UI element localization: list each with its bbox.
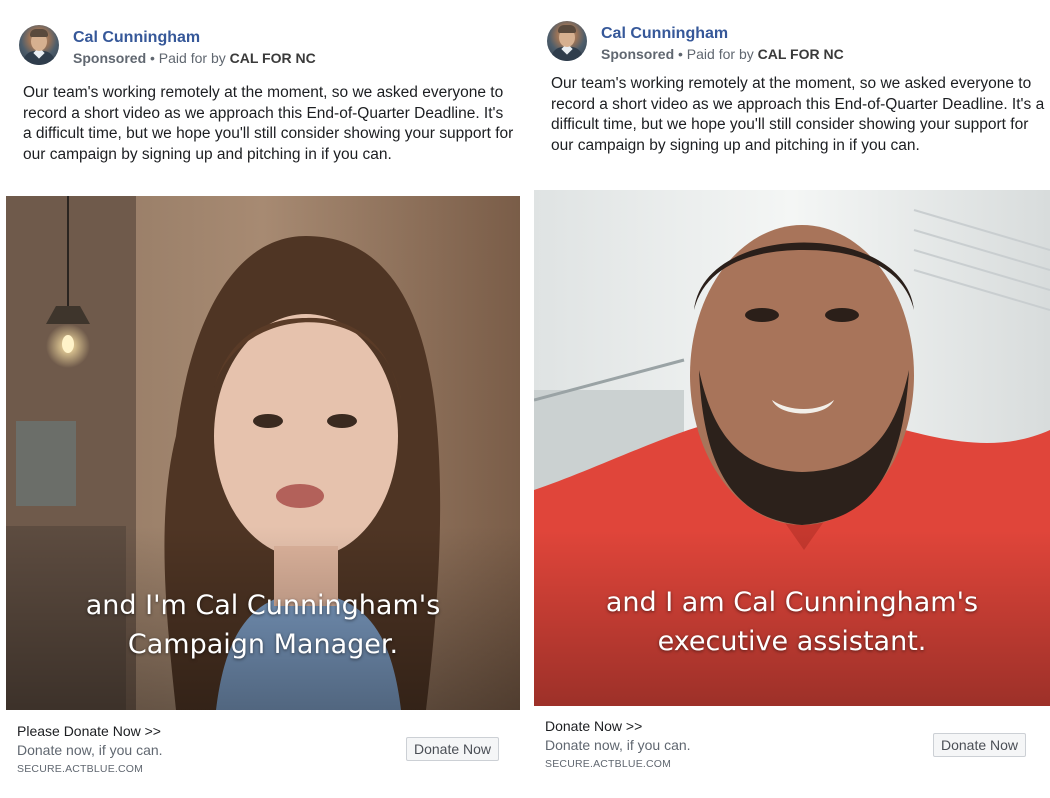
caption-line-2: Campaign Manager.	[127, 629, 399, 660]
caption-line-2: executive assistant.	[657, 626, 927, 657]
avatar[interactable]	[19, 25, 59, 65]
ad-video[interactable]: and I'm Cal Cunningham's Campaign Manage…	[6, 196, 520, 710]
sponsored-line: Sponsored • Paid for by CAL FOR NC	[601, 46, 844, 62]
page-name-link[interactable]: Cal Cunningham	[73, 29, 200, 47]
donate-now-button[interactable]: Donate Now	[933, 733, 1027, 757]
link-description[interactable]: Donate now, if you can.	[545, 737, 691, 753]
payer-name: CAL FOR NC	[229, 50, 316, 66]
sponsored-line: Sponsored • Paid for by CAL FOR NC	[73, 50, 316, 66]
sponsored-label[interactable]: Sponsored	[601, 46, 674, 62]
link-description[interactable]: Donate now, if you can.	[17, 742, 163, 758]
avatar[interactable]	[547, 21, 587, 61]
paid-for-prefix: • Paid for by	[146, 50, 230, 66]
payer-name: CAL FOR NC	[757, 46, 844, 62]
link-title[interactable]: Please Donate Now >>	[17, 723, 161, 739]
sponsored-label[interactable]: Sponsored	[73, 50, 146, 66]
ad-header: Cal Cunningham Sponsored • Paid for by C…	[16, 20, 496, 66]
ad-body-text: Our team's working remotely at the momen…	[23, 84, 514, 163]
ad-video[interactable]: and I am Cal Cunningham's executive assi…	[534, 190, 1050, 706]
paid-for-prefix: • Paid for by	[674, 46, 758, 62]
caption-line-1: and I'm Cal Cunningham's	[85, 590, 441, 621]
donate-now-button[interactable]: Donate Now	[406, 737, 500, 761]
link-title[interactable]: Donate Now >>	[545, 718, 642, 734]
ad-card-right: Cal Cunningham Sponsored • Paid for by C…	[534, 0, 1050, 798]
link-domain: SECURE.ACTBLUE.COM	[17, 763, 144, 775]
ad-header: Cal Cunningham Sponsored • Paid for by C…	[544, 16, 1024, 62]
ad-card-left: Cal Cunningham Sponsored • Paid for by C…	[6, 0, 520, 798]
link-domain: SECURE.ACTBLUE.COM	[545, 758, 672, 770]
caption-line-1: and I am Cal Cunningham's	[605, 587, 979, 618]
ad-body-text: Our team's working remotely at the momen…	[551, 75, 1045, 154]
page-name-link[interactable]: Cal Cunningham	[601, 25, 728, 43]
